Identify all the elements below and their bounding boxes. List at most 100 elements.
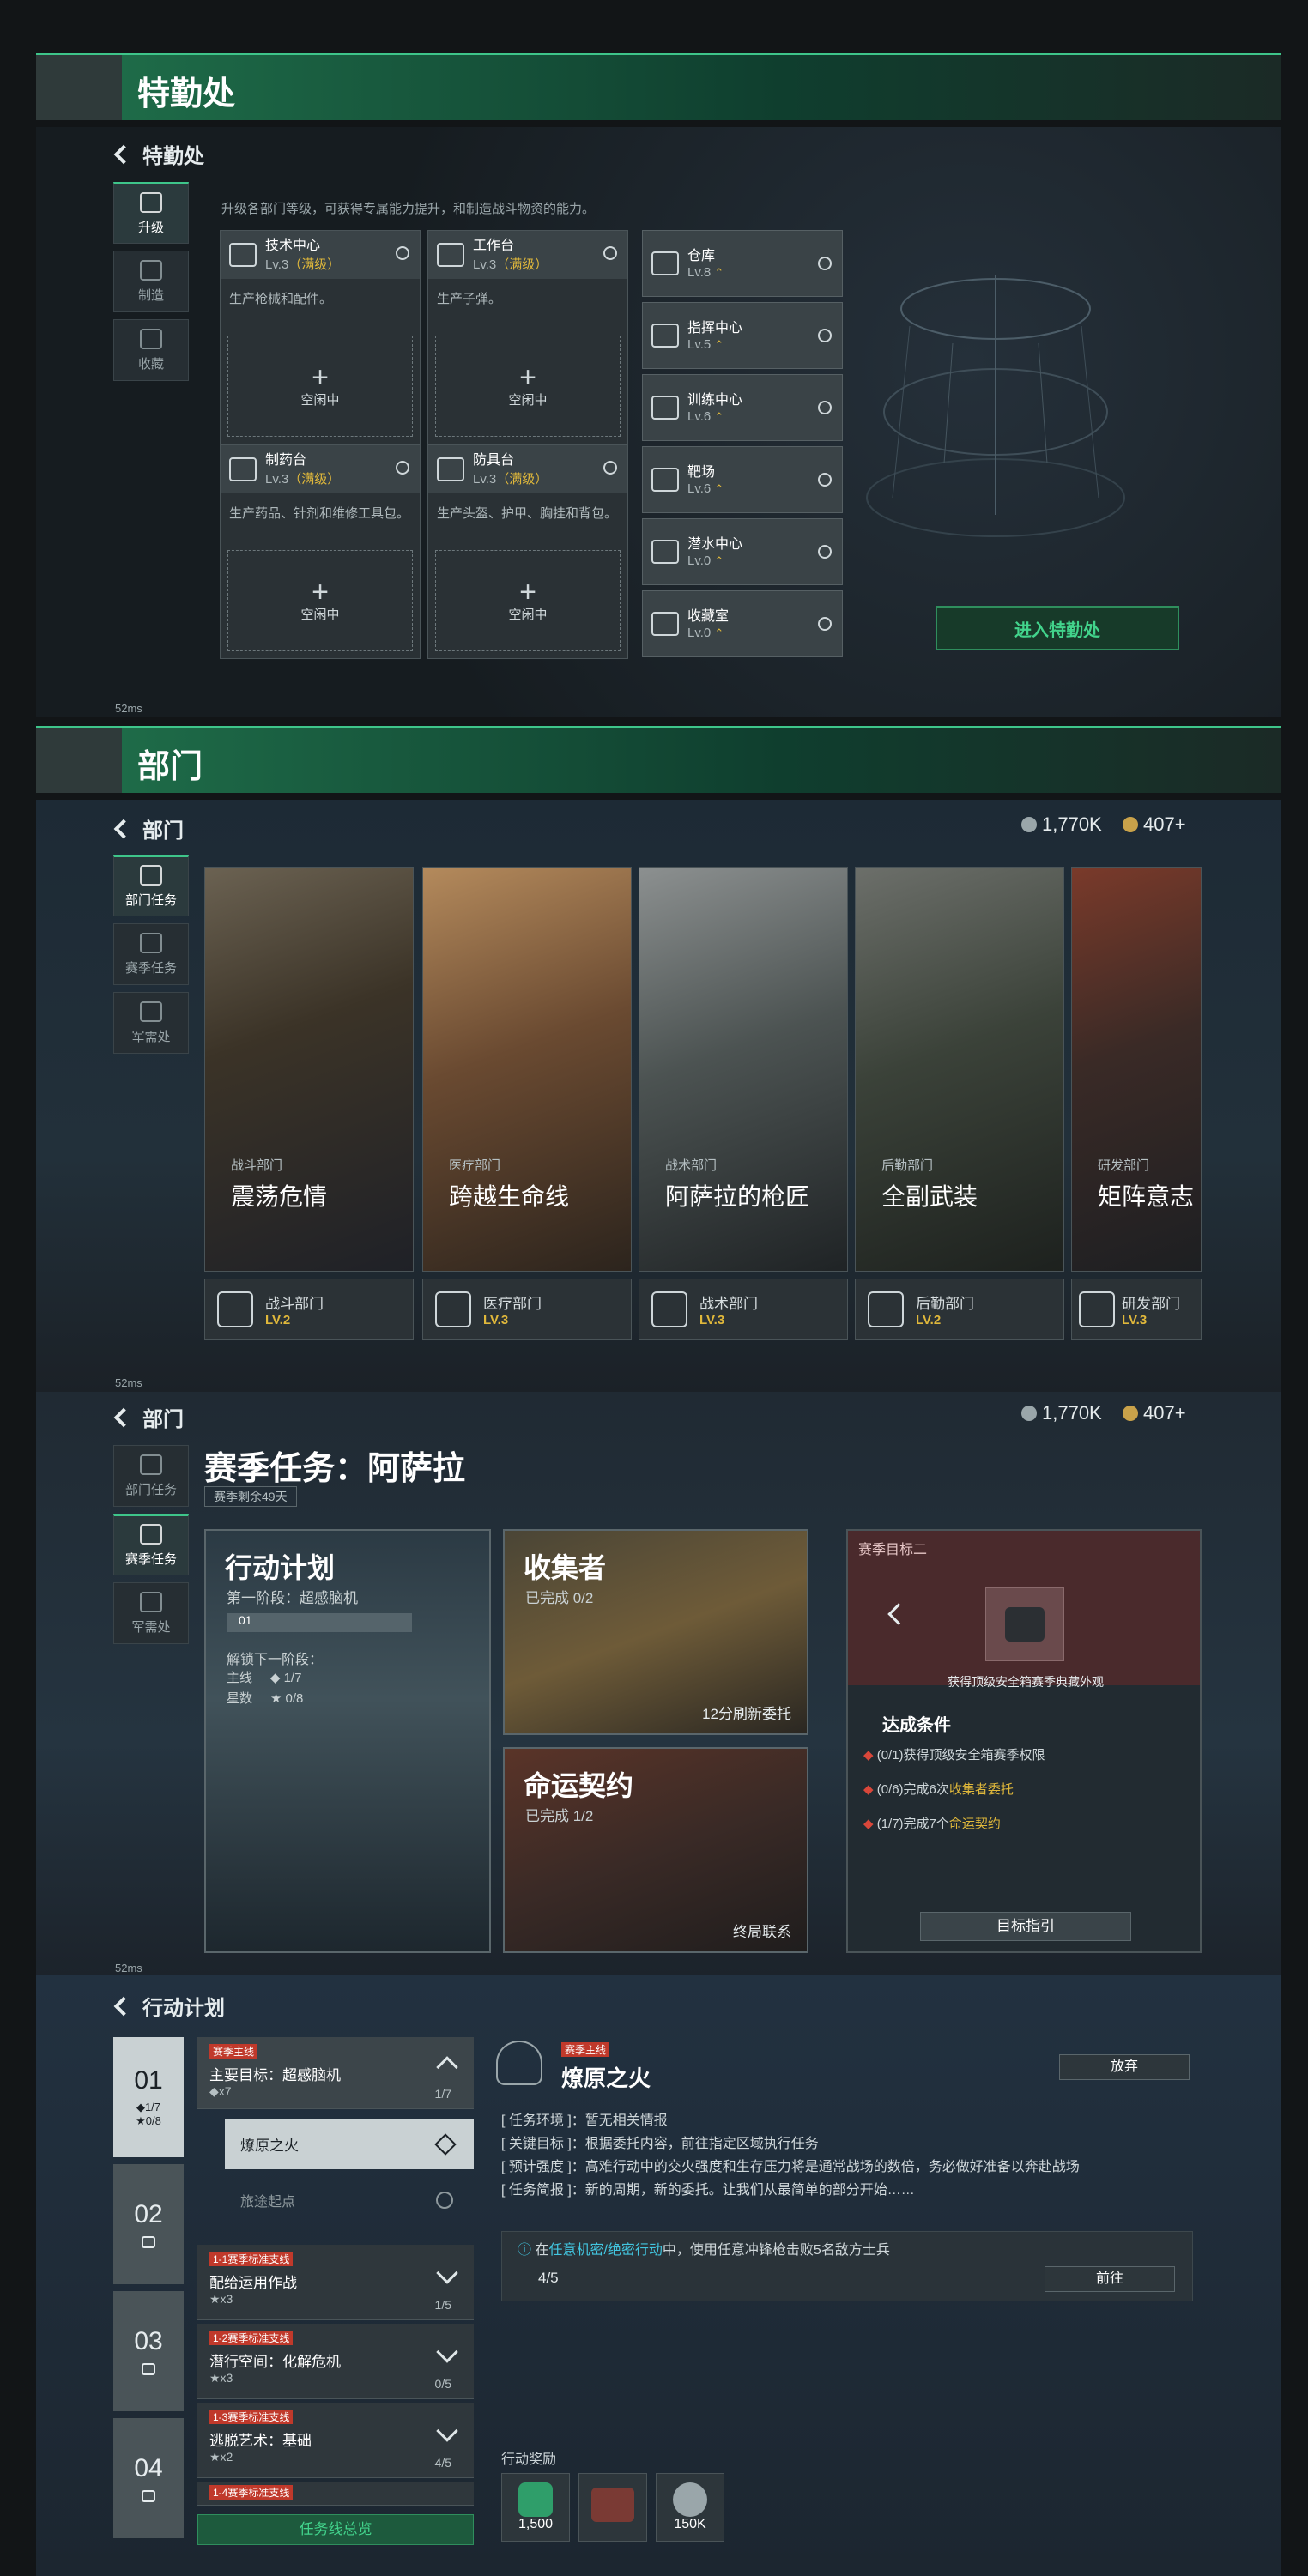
facility-collection-room[interactable]: 收藏室 Lv.0 ⌃ bbox=[642, 590, 843, 657]
condition-2: ◆ (0/6)完成6次收集者委托 bbox=[863, 1780, 1014, 1798]
collector-card[interactable]: 收集者 已完成 0/2 12分刷新委托 bbox=[503, 1529, 808, 1735]
back-button[interactable]: 特勤处 bbox=[113, 139, 204, 169]
info-env: [ 任务环境 ]：暂无相关情报 bbox=[501, 2113, 668, 2128]
reward-item[interactable] bbox=[985, 1587, 1064, 1661]
search-icon[interactable] bbox=[818, 473, 832, 487]
search-icon[interactable] bbox=[396, 461, 409, 475]
dept-name: 战术部门 bbox=[699, 1296, 758, 1312]
production-slot[interactable]: + 空闲中 bbox=[435, 550, 621, 651]
facility-warehouse[interactable]: 仓库 Lv.8 ⌃ bbox=[642, 230, 843, 297]
check-badge-icon bbox=[436, 2192, 453, 2209]
dept-level: LV.3 bbox=[699, 1313, 725, 1327]
facility-card-tech[interactable]: 技术中心 Lv.3（满级） 生产枪械和配件。 + 空闲中 bbox=[220, 230, 421, 444]
stage-tab-04[interactable]: 04 bbox=[113, 2418, 184, 2538]
dept-level: LV.2 bbox=[265, 1313, 291, 1327]
fate-contract-card[interactable]: 命运契约 已完成 1/2 终局联系 bbox=[503, 1747, 808, 1953]
facility-card-armor[interactable]: 防具台 Lv.3（满级） 生产头盔、护甲、胸挂和背包。 + 空闲中 bbox=[427, 444, 628, 659]
overview-button[interactable]: 任务线总览 bbox=[197, 2514, 474, 2545]
facility-card-pharmacy[interactable]: 制药台 Lv.3（满级） 生产药品、针剂和维修工具包。 + 空闲中 bbox=[220, 444, 421, 659]
department-card-logistics[interactable]: 后勤部门 全副武装 bbox=[855, 867, 1064, 1272]
nav-quartermaster[interactable]: 军需处 bbox=[113, 992, 189, 1054]
upgrade-arrow-icon: ⌃ bbox=[714, 626, 724, 639]
enter-special-ops-button[interactable]: 进入特勤处 bbox=[936, 606, 1179, 650]
search-icon[interactable] bbox=[818, 401, 832, 414]
nav-upgrade[interactable]: 升级 bbox=[113, 182, 189, 244]
search-icon[interactable] bbox=[818, 617, 832, 631]
search-icon[interactable] bbox=[603, 461, 617, 475]
production-slot[interactable]: + 空闲中 bbox=[435, 336, 621, 437]
back-button[interactable]: 部门 bbox=[113, 1402, 184, 1432]
card-title: 命运契约 bbox=[524, 1770, 634, 1801]
department-footer-tactical[interactable]: 战术部门 LV.3 bbox=[639, 1279, 848, 1340]
nav-quartermaster[interactable]: 军需处 bbox=[113, 1582, 189, 1644]
sidenav: 升级 制造 收藏 bbox=[113, 182, 189, 388]
reward-slot-3[interactable]: 150K bbox=[656, 2473, 724, 2542]
department-card-medical[interactable]: 医疗部门 跨越生命线 bbox=[422, 867, 632, 1272]
subtask-item[interactable]: 旅途起点 bbox=[225, 2176, 474, 2224]
stage-tab-02[interactable]: 02 bbox=[113, 2164, 184, 2284]
task-name: 配给运用作战 bbox=[209, 2275, 297, 2291]
stage-tab-01[interactable]: 01 ◆1/7 ★0/8 bbox=[113, 2037, 184, 2157]
nav-dept-tasks[interactable]: 部门任务 bbox=[113, 1445, 189, 1507]
search-icon[interactable] bbox=[818, 257, 832, 270]
facility-range[interactable]: 靶场 Lv.6 ⌃ bbox=[642, 446, 843, 513]
target-icon bbox=[651, 468, 679, 492]
search-icon[interactable] bbox=[818, 329, 832, 342]
department-card-rnd[interactable]: 研发部门 矩阵意志 bbox=[1071, 867, 1202, 1272]
department-footer-combat[interactable]: 战斗部门 LV.2 bbox=[204, 1279, 414, 1340]
side-task-row[interactable]: 1-3赛季标准支线 逃脱艺术：基础 ★x2 4/5 bbox=[197, 2403, 474, 2478]
facility-max: （满级） bbox=[496, 257, 548, 272]
diamond-icon bbox=[1079, 1291, 1115, 1327]
facility-level: Lv.3 bbox=[473, 257, 497, 272]
search-icon[interactable] bbox=[603, 246, 617, 260]
side-task-row[interactable]: 1-2赛季标准支线 潜行空间：化解危机 ★x3 0/5 bbox=[197, 2324, 474, 2399]
side-task-row[interactable]: 1-4赛季标准支线 bbox=[197, 2482, 474, 2506]
department-card-combat[interactable]: 战斗部门 震荡危情 bbox=[204, 867, 414, 1272]
card-name: 跨越生命线 bbox=[449, 1183, 570, 1210]
search-icon[interactable] bbox=[818, 545, 832, 559]
goal-guide-button[interactable]: 目标指引 bbox=[920, 1912, 1131, 1941]
alert-icon: ◆ bbox=[863, 1782, 877, 1797]
main-task-row[interactable]: 赛季主线 主要目标：超感脑机 ◆x7 1/7 bbox=[197, 2037, 474, 2109]
reward-slot-1[interactable]: 1,500 bbox=[501, 2473, 570, 2542]
task-stars: ★x3 bbox=[209, 2371, 233, 2385]
pharmacy-icon bbox=[229, 457, 257, 481]
condition-3: ◆ (1/7)完成7个命运契约 bbox=[863, 1814, 1001, 1832]
info-brief: [ 任务简报 ]：新的周期，新的委托。让我们从最简单的部分开始…… bbox=[501, 2183, 915, 2198]
currency-value: 1,770K bbox=[1042, 1402, 1102, 1424]
facility-diving[interactable]: 潜水中心 Lv.0 ⌃ bbox=[642, 518, 843, 585]
nav-label: 收藏 bbox=[137, 356, 164, 372]
silver-coin-icon bbox=[1021, 817, 1037, 832]
production-slot[interactable]: + 空闲中 bbox=[227, 336, 413, 437]
production-slot[interactable]: + 空闲中 bbox=[227, 550, 413, 651]
nav-season-tasks[interactable]: 赛季任务 bbox=[113, 1514, 189, 1575]
info-key: [ 关键目标 ]：根据委托内容，前往指定区域执行任务 bbox=[501, 2137, 819, 2151]
objective-box: ⓘ 在任意机密/绝密行动中，使用任意冲锋枪击败5名敌方士兵 4/5 前往 bbox=[501, 2231, 1193, 2301]
reward-slot-2[interactable] bbox=[578, 2473, 647, 2542]
tab-main: ◆1/7 bbox=[136, 2101, 161, 2113]
action-plan-card[interactable]: 行动计划 第一阶段：超感脑机 01 解锁下一阶段： 主线 ◆ 1/7 星数 ★ … bbox=[204, 1529, 491, 1953]
nav-dept-tasks[interactable]: 部门任务 bbox=[113, 855, 189, 916]
task-tag: 1-2赛季标准支线 bbox=[209, 2331, 294, 2345]
back-button[interactable]: 部门 bbox=[113, 813, 184, 844]
abandon-button[interactable]: 放弃 bbox=[1059, 2054, 1190, 2080]
subtask-active[interactable]: 燎原之火 bbox=[225, 2119, 474, 2169]
nav-craft[interactable]: 制造 bbox=[113, 251, 189, 312]
nav-season-tasks[interactable]: 赛季任务 bbox=[113, 923, 189, 985]
department-card-tactical[interactable]: 战术部门 阿萨拉的枪匠 bbox=[639, 867, 848, 1272]
goto-button[interactable]: 前往 bbox=[1045, 2266, 1175, 2292]
search-icon[interactable] bbox=[396, 246, 409, 260]
department-footer-medical[interactable]: 医疗部门 LV.3 bbox=[422, 1279, 632, 1340]
department-footer-logistics[interactable]: 后勤部门 LV.2 bbox=[855, 1279, 1064, 1340]
sidenav: 部门任务 赛季任务 军需处 bbox=[113, 1445, 189, 1651]
facility-training[interactable]: 训练中心 Lv.6 ⌃ bbox=[642, 374, 843, 441]
side-task-row[interactable]: 1-1赛季标准支线 配给运用作战 ★x3 1/5 bbox=[197, 2245, 474, 2320]
facility-card-workbench[interactable]: 工作台 Lv.3（满级） 生产子弹。 + 空闲中 bbox=[427, 230, 628, 444]
facility-command[interactable]: 指挥中心 Lv.5 ⌃ bbox=[642, 302, 843, 369]
department-footer-rnd[interactable]: 研发部门 LV.3 bbox=[1071, 1279, 1202, 1340]
back-button[interactable]: 行动计划 bbox=[113, 1991, 225, 2021]
card-title: 收集者 bbox=[524, 1552, 607, 1583]
nav-collection[interactable]: 收藏 bbox=[113, 319, 189, 381]
condition-title: 达成条件 bbox=[882, 1716, 951, 1735]
stage-tab-03[interactable]: 03 bbox=[113, 2291, 184, 2411]
